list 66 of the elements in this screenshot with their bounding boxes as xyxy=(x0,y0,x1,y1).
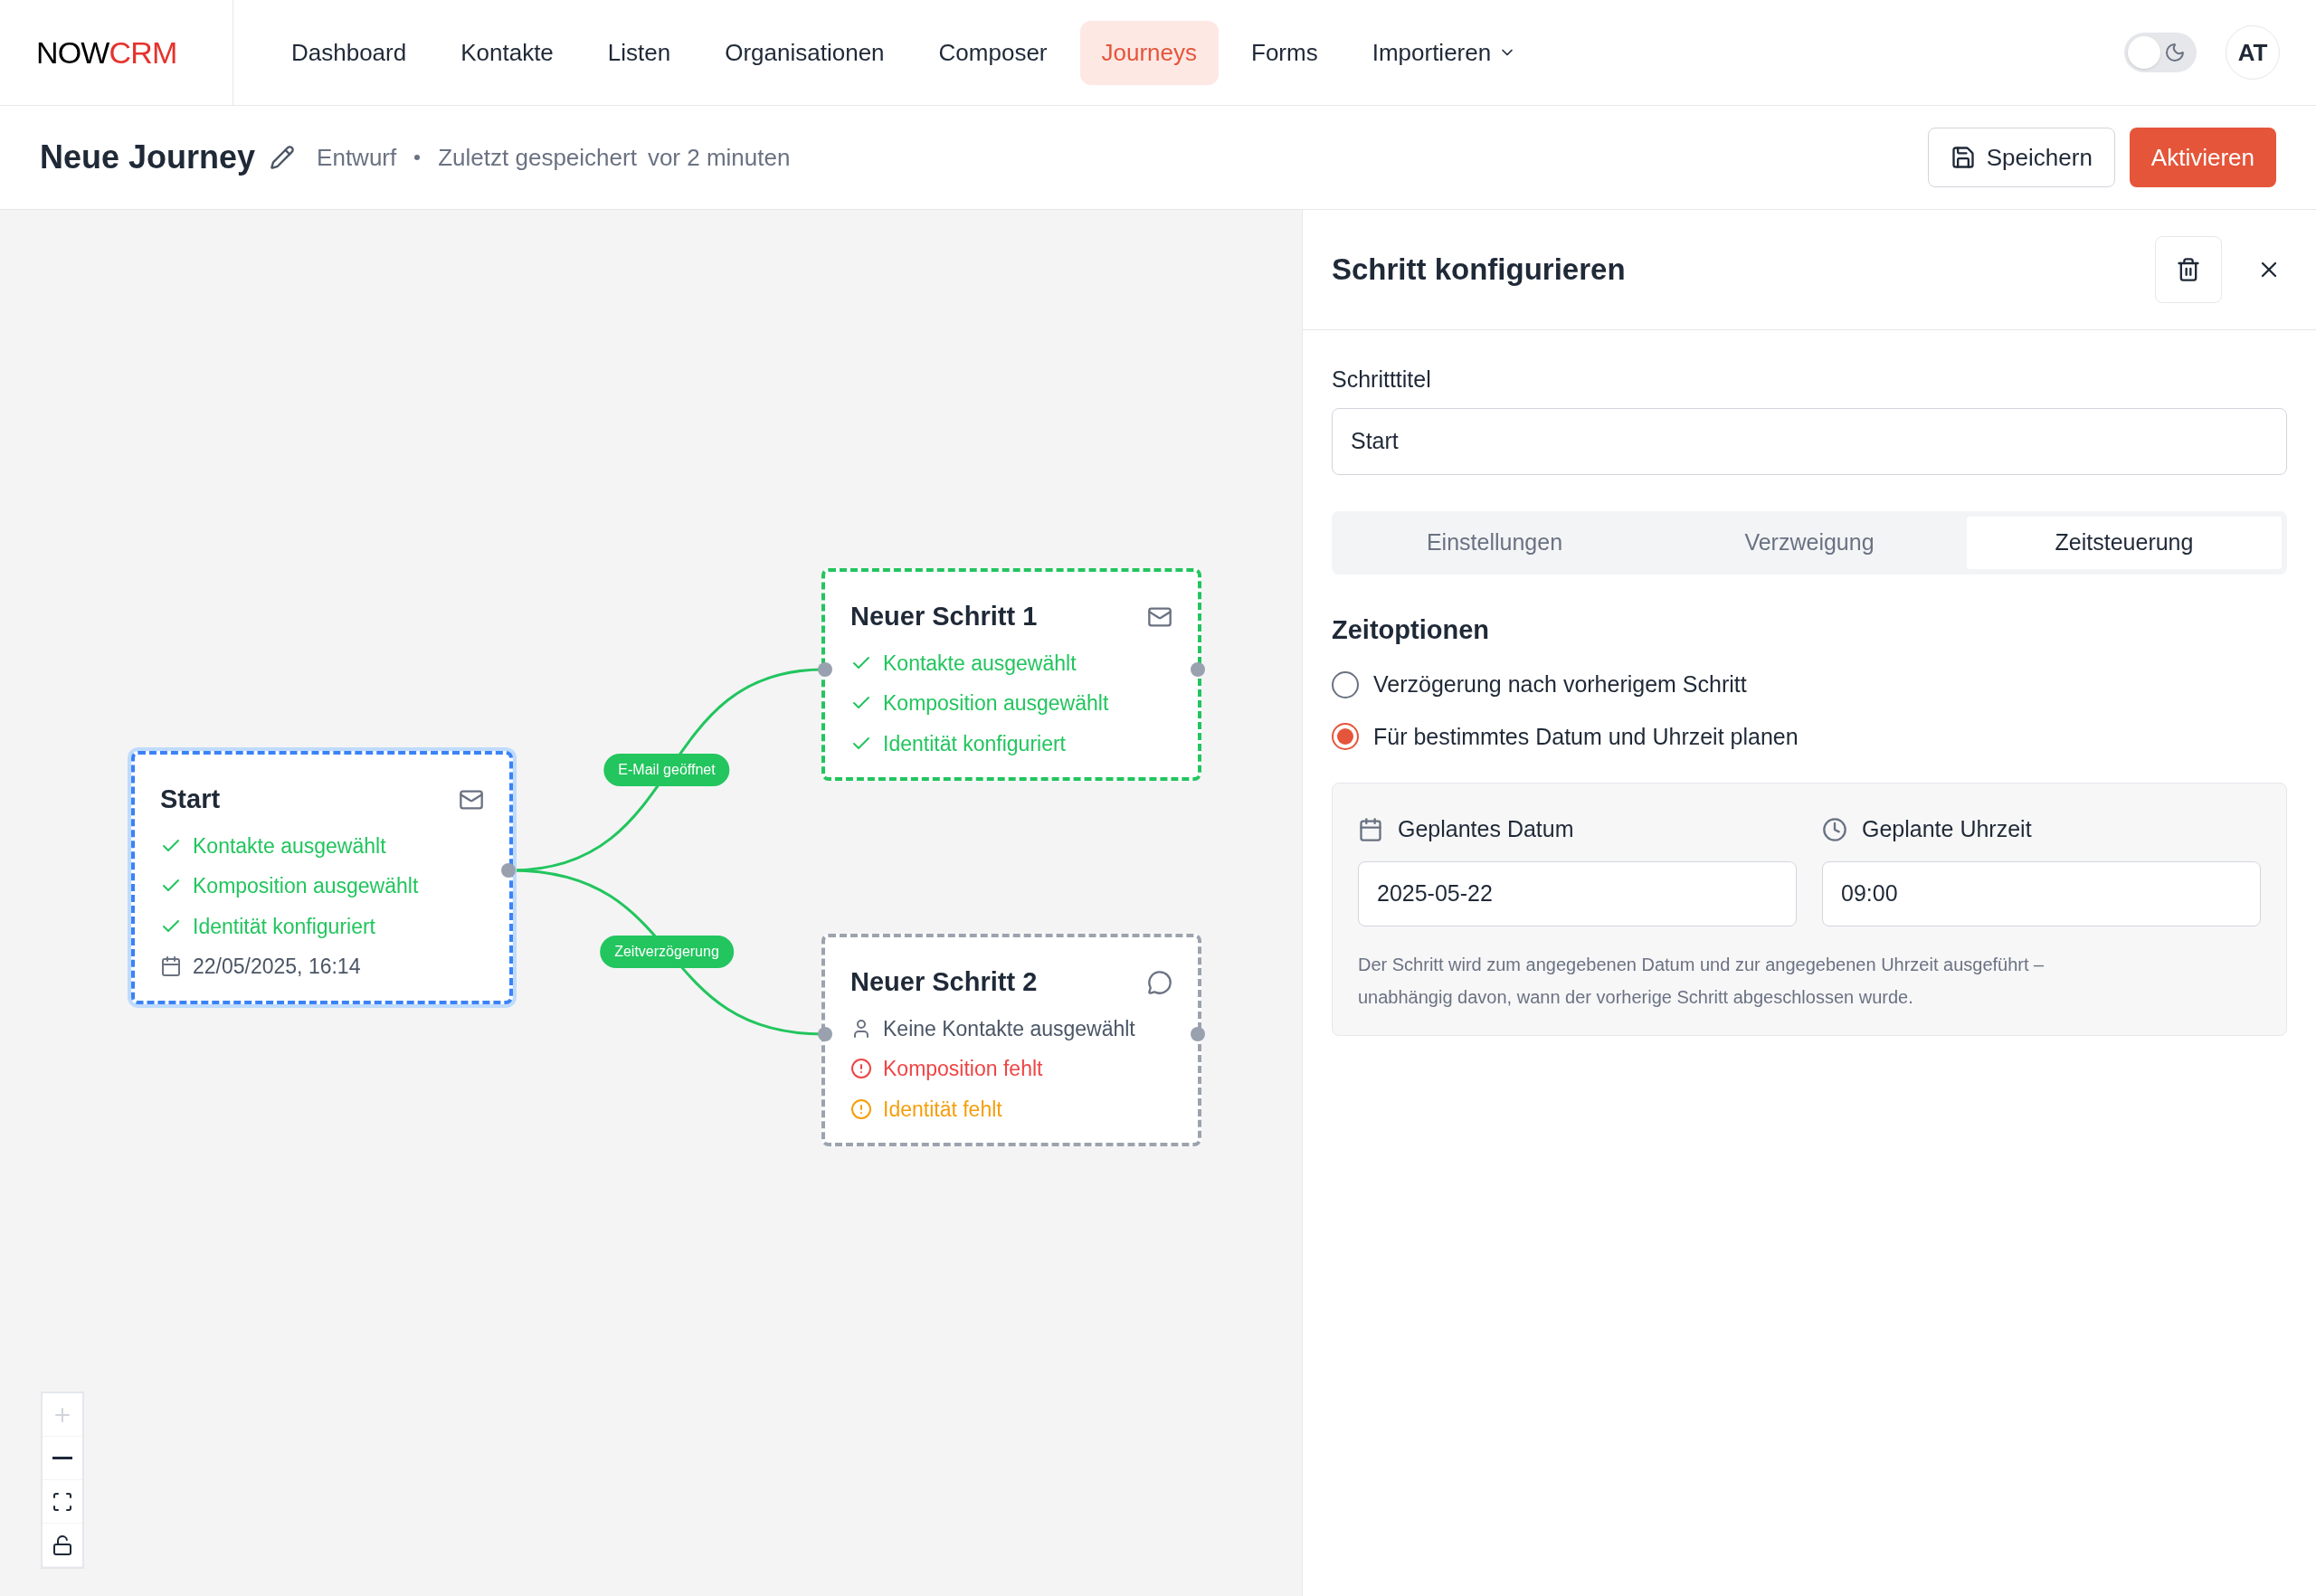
section-title: Zeitoptionen xyxy=(1332,613,1490,646)
node-title: Neuer Schritt 1 xyxy=(850,601,1038,632)
save-icon xyxy=(1950,145,1976,170)
nav-link[interactable]: Importieren xyxy=(1350,20,1539,85)
connection-handle[interactable] xyxy=(1191,662,1205,677)
activate-button[interactable]: Aktivieren xyxy=(2129,128,2276,187)
edge-label: E-Mail geöffnet xyxy=(603,754,730,786)
node-status-text: Komposition ausgewählt xyxy=(193,873,419,899)
field-label: Geplantes Datum xyxy=(1398,815,1574,843)
journey-title: Neue Journey xyxy=(40,138,256,177)
radio-label: Für bestimmtes Datum und Uhrzeit planen xyxy=(1373,722,1799,751)
settings-tab[interactable]: Einstellungen xyxy=(1337,516,1652,569)
nav-link[interactable]: Forms xyxy=(1229,20,1340,85)
delete-button[interactable] xyxy=(2155,236,2222,303)
status-text: Entwurf xyxy=(317,142,397,173)
chat-icon xyxy=(1147,969,1172,995)
field-label: Schritttitel xyxy=(1332,366,1432,394)
nav-link[interactable]: Kontakte xyxy=(439,20,575,85)
calendar-icon xyxy=(160,955,182,978)
calendar-icon xyxy=(1358,816,1383,842)
node-status-text: Kontakte ausgewählt xyxy=(883,650,1077,677)
node-status-text: Komposition fehlt xyxy=(883,1056,1043,1082)
journey-node[interactable]: Neuer Schritt 1 Kontakte ausgewählt Komposition ausgewählt Identität konfiguriert xyxy=(821,568,1201,781)
connection-handle[interactable] xyxy=(818,1027,832,1041)
saved-time: vor 2 minuten xyxy=(647,142,791,173)
minus-icon xyxy=(52,1457,72,1459)
radio-label: Verzögerung nach vorherigem Schritt xyxy=(1373,670,1747,698)
step-title-input[interactable]: Start xyxy=(1332,407,2287,475)
radio-button[interactable] xyxy=(1332,670,1359,698)
brand-logo[interactable]: NOWCRM xyxy=(36,29,177,76)
settings-tab[interactable]: Zeitsteuerung xyxy=(1967,516,2282,569)
theme-toggle[interactable] xyxy=(2124,33,2197,72)
node-status-text: Kontakte ausgewählt xyxy=(193,832,386,860)
fit-view-icon xyxy=(52,1490,73,1513)
nav-link[interactable]: Listen xyxy=(585,20,693,85)
hint-text: Der Schritt wird zum angegebenen Datum und zur angegebenen Uhrzeit ausgeführt – unabhängig davon, wann der vorherige Schritt abgeschlossen wurde. xyxy=(1358,953,2045,1009)
nav-link[interactable]: Dashboard xyxy=(270,20,429,85)
edge-label: Zeitverzögerung xyxy=(600,936,734,968)
node-status-text: Identität fehlt xyxy=(883,1096,1002,1123)
radio-button[interactable] xyxy=(1332,723,1359,751)
moon-icon xyxy=(2164,42,2186,63)
field-label: Geplante Uhrzeit xyxy=(1862,815,2032,843)
nav-link[interactable]: Organisationen xyxy=(703,20,906,85)
pencil-icon[interactable] xyxy=(270,145,296,170)
connection-handle[interactable] xyxy=(1191,1027,1205,1041)
save-button[interactable]: Speichern xyxy=(1927,128,2115,187)
clock-icon xyxy=(1822,816,1847,842)
saved-label: Zuletzt gespeichert xyxy=(438,142,637,173)
node-status-text: 22/05/2025, 16:14 xyxy=(193,954,361,980)
date-input[interactable]: 2025-05-22 xyxy=(1358,860,1797,926)
node-status-text: Keine Kontakte ausgewählt xyxy=(883,1015,1135,1042)
alert-icon xyxy=(850,1058,872,1080)
settings-tab[interactable]: Verzweigung xyxy=(1652,516,1967,569)
node-title: Neuer Schritt 2 xyxy=(850,966,1038,998)
connection-handle[interactable] xyxy=(818,662,832,677)
node-title: Start xyxy=(160,784,221,815)
node-status-text: Komposition ausgewählt xyxy=(883,690,1109,717)
node-status-text: Identität konfiguriert xyxy=(883,730,1066,757)
node-status-text: Identität konfiguriert xyxy=(193,913,375,940)
time-input[interactable]: 09:00 xyxy=(1822,860,2261,926)
journey-node[interactable]: Neuer Schritt 2 Keine Kontakte ausgewählt Komposition fehlt Identität fehlt xyxy=(821,934,1201,1146)
panel-title: Schritt konfigurieren xyxy=(1332,252,1627,289)
alert-icon xyxy=(850,1097,872,1120)
unlocked-padlock-icon xyxy=(52,1534,73,1556)
nav-link[interactable]: Composer xyxy=(916,20,1069,85)
trash-icon xyxy=(2176,257,2201,282)
